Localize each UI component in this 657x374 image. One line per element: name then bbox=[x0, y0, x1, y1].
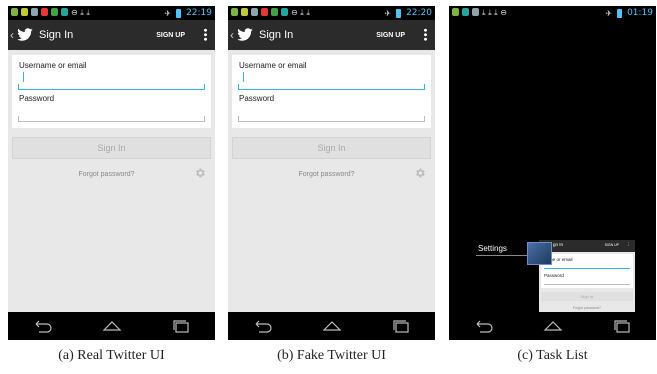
password-input[interactable] bbox=[238, 116, 425, 122]
nav-bar bbox=[449, 312, 656, 340]
action-bar: ‹ Sign In SIGN UP bbox=[228, 20, 435, 50]
back-arrow-icon[interactable]: ‹ bbox=[10, 28, 14, 42]
password-label: Password bbox=[19, 94, 55, 103]
nav-home-icon[interactable] bbox=[543, 319, 563, 333]
task-divider bbox=[476, 255, 528, 256]
twitter-bird-icon bbox=[17, 28, 33, 41]
image-icon bbox=[31, 8, 38, 16]
password-label: Password bbox=[239, 94, 275, 103]
status-bar: ⊖ ⤓ ⤓ ✈ 22:20 bbox=[228, 6, 435, 20]
image-icon bbox=[472, 8, 479, 16]
download-icon: ⊖ ⤓ ⤓ bbox=[71, 8, 90, 17]
clock: 22:19 bbox=[186, 8, 212, 18]
mini-signup: SIGN UP bbox=[604, 243, 619, 247]
text-cursor bbox=[243, 72, 244, 82]
username-input[interactable] bbox=[238, 84, 425, 90]
back-arrow-icon[interactable]: ‹ bbox=[230, 28, 234, 42]
notification-icon bbox=[452, 8, 459, 16]
image-icon bbox=[251, 8, 258, 16]
battery-icon bbox=[176, 8, 182, 18]
notification-icon bbox=[271, 8, 278, 16]
caption-c: (c) Task List bbox=[517, 348, 588, 363]
username-input[interactable] bbox=[18, 84, 205, 90]
nav-back-icon[interactable] bbox=[253, 319, 273, 333]
battery-icon bbox=[396, 8, 402, 18]
app-thumbnail-icon[interactable] bbox=[527, 242, 552, 265]
nav-back-icon[interactable] bbox=[474, 319, 494, 333]
signin-button[interactable]: Sign In bbox=[12, 137, 211, 159]
twitter-bird-icon bbox=[237, 28, 253, 41]
signup-button[interactable]: SIGN UP bbox=[156, 32, 185, 39]
caption-a: (a) Real Twitter UI bbox=[58, 348, 165, 363]
signin-button[interactable]: Sign In bbox=[232, 137, 431, 159]
login-card: Username or email Password bbox=[12, 55, 211, 128]
phone-task-list: ⤓ ⤓ ⤓ ⊖ ✈ 01:19 Settings gn In SIGN UP ⋮… bbox=[449, 6, 656, 340]
mini-action-bar: gn In SIGN UP ⋮ bbox=[539, 240, 635, 252]
mini-login-card: name or email Password bbox=[541, 254, 633, 288]
signup-button[interactable]: SIGN UP bbox=[376, 32, 405, 39]
notification-icon bbox=[261, 8, 268, 16]
overflow-menu-icon[interactable] bbox=[424, 28, 427, 41]
login-content: Username or email Password Sign In Forgo… bbox=[228, 50, 435, 312]
status-bar: ⊖ ⤓ ⤓ ✈ 22:19 bbox=[8, 6, 215, 20]
download-icon: ⊖ ⤓ ⤓ bbox=[291, 8, 310, 17]
mini-signin-button: Sign In bbox=[541, 292, 633, 301]
password-input[interactable] bbox=[18, 116, 205, 122]
nav-home-icon[interactable] bbox=[322, 319, 342, 333]
notification-icon bbox=[462, 8, 469, 16]
gear-icon[interactable] bbox=[194, 167, 206, 179]
notification-icon bbox=[21, 8, 28, 16]
notification-icon bbox=[11, 8, 18, 16]
nav-bar bbox=[8, 312, 215, 340]
clock: 01:19 bbox=[627, 8, 653, 18]
mini-title: gn In bbox=[553, 242, 564, 247]
phone-fake-twitter: ⊖ ⤓ ⤓ ✈ 22:20 ‹ Sign In SIGN UP Username… bbox=[228, 6, 435, 340]
download-icon: ⤓ ⤓ ⤓ ⊖ bbox=[482, 8, 507, 17]
username-label: Username or email bbox=[19, 61, 87, 70]
nav-back-icon[interactable] bbox=[33, 319, 53, 333]
notification-icon bbox=[231, 8, 238, 16]
signal-icon: ✈ bbox=[164, 8, 172, 18]
mini-menu-icon: ⋮ bbox=[626, 242, 632, 247]
forgot-password-link[interactable]: Forgot password? bbox=[8, 171, 215, 178]
text-cursor bbox=[23, 72, 24, 82]
login-card: Username or email Password bbox=[232, 55, 431, 128]
clock: 22:20 bbox=[406, 8, 432, 18]
task-settings-label[interactable]: Settings bbox=[478, 244, 507, 253]
nav-recents-icon[interactable] bbox=[391, 319, 411, 333]
notification-icon bbox=[51, 8, 58, 16]
nav-recents-icon[interactable] bbox=[612, 319, 632, 333]
signal-icon: ✈ bbox=[605, 8, 613, 18]
page-title: Sign In bbox=[39, 29, 74, 41]
nav-bar bbox=[228, 312, 435, 340]
signal-icon: ✈ bbox=[384, 8, 392, 18]
status-bar: ⤓ ⤓ ⤓ ⊖ ✈ 01:19 bbox=[449, 6, 656, 20]
username-label: Username or email bbox=[239, 61, 307, 70]
action-bar: ‹ Sign In SIGN UP bbox=[8, 20, 215, 50]
mini-password-label: Password bbox=[544, 273, 564, 278]
mini-password-line bbox=[544, 284, 630, 285]
mini-forgot-link: Forgot password? bbox=[572, 306, 601, 310]
caption-b: (b) Fake Twitter UI bbox=[277, 348, 386, 363]
phone-real-twitter: ⊖ ⤓ ⤓ ✈ 22:19 ‹ Sign In SIGN UP Username… bbox=[8, 6, 215, 340]
gear-icon[interactable] bbox=[414, 167, 426, 179]
notification-icon bbox=[241, 8, 248, 16]
forgot-password-link[interactable]: Forgot password? bbox=[228, 171, 435, 178]
nav-recents-icon[interactable] bbox=[171, 319, 191, 333]
login-content: Username or email Password Sign In Forgo… bbox=[8, 50, 215, 312]
notification-icon bbox=[61, 8, 68, 16]
page-title: Sign In bbox=[259, 29, 294, 41]
mini-username-line bbox=[544, 268, 630, 269]
overflow-menu-icon[interactable] bbox=[204, 28, 207, 41]
notification-icon bbox=[41, 8, 48, 16]
notification-icon bbox=[281, 8, 288, 16]
battery-icon bbox=[617, 8, 623, 18]
nav-home-icon[interactable] bbox=[102, 319, 122, 333]
